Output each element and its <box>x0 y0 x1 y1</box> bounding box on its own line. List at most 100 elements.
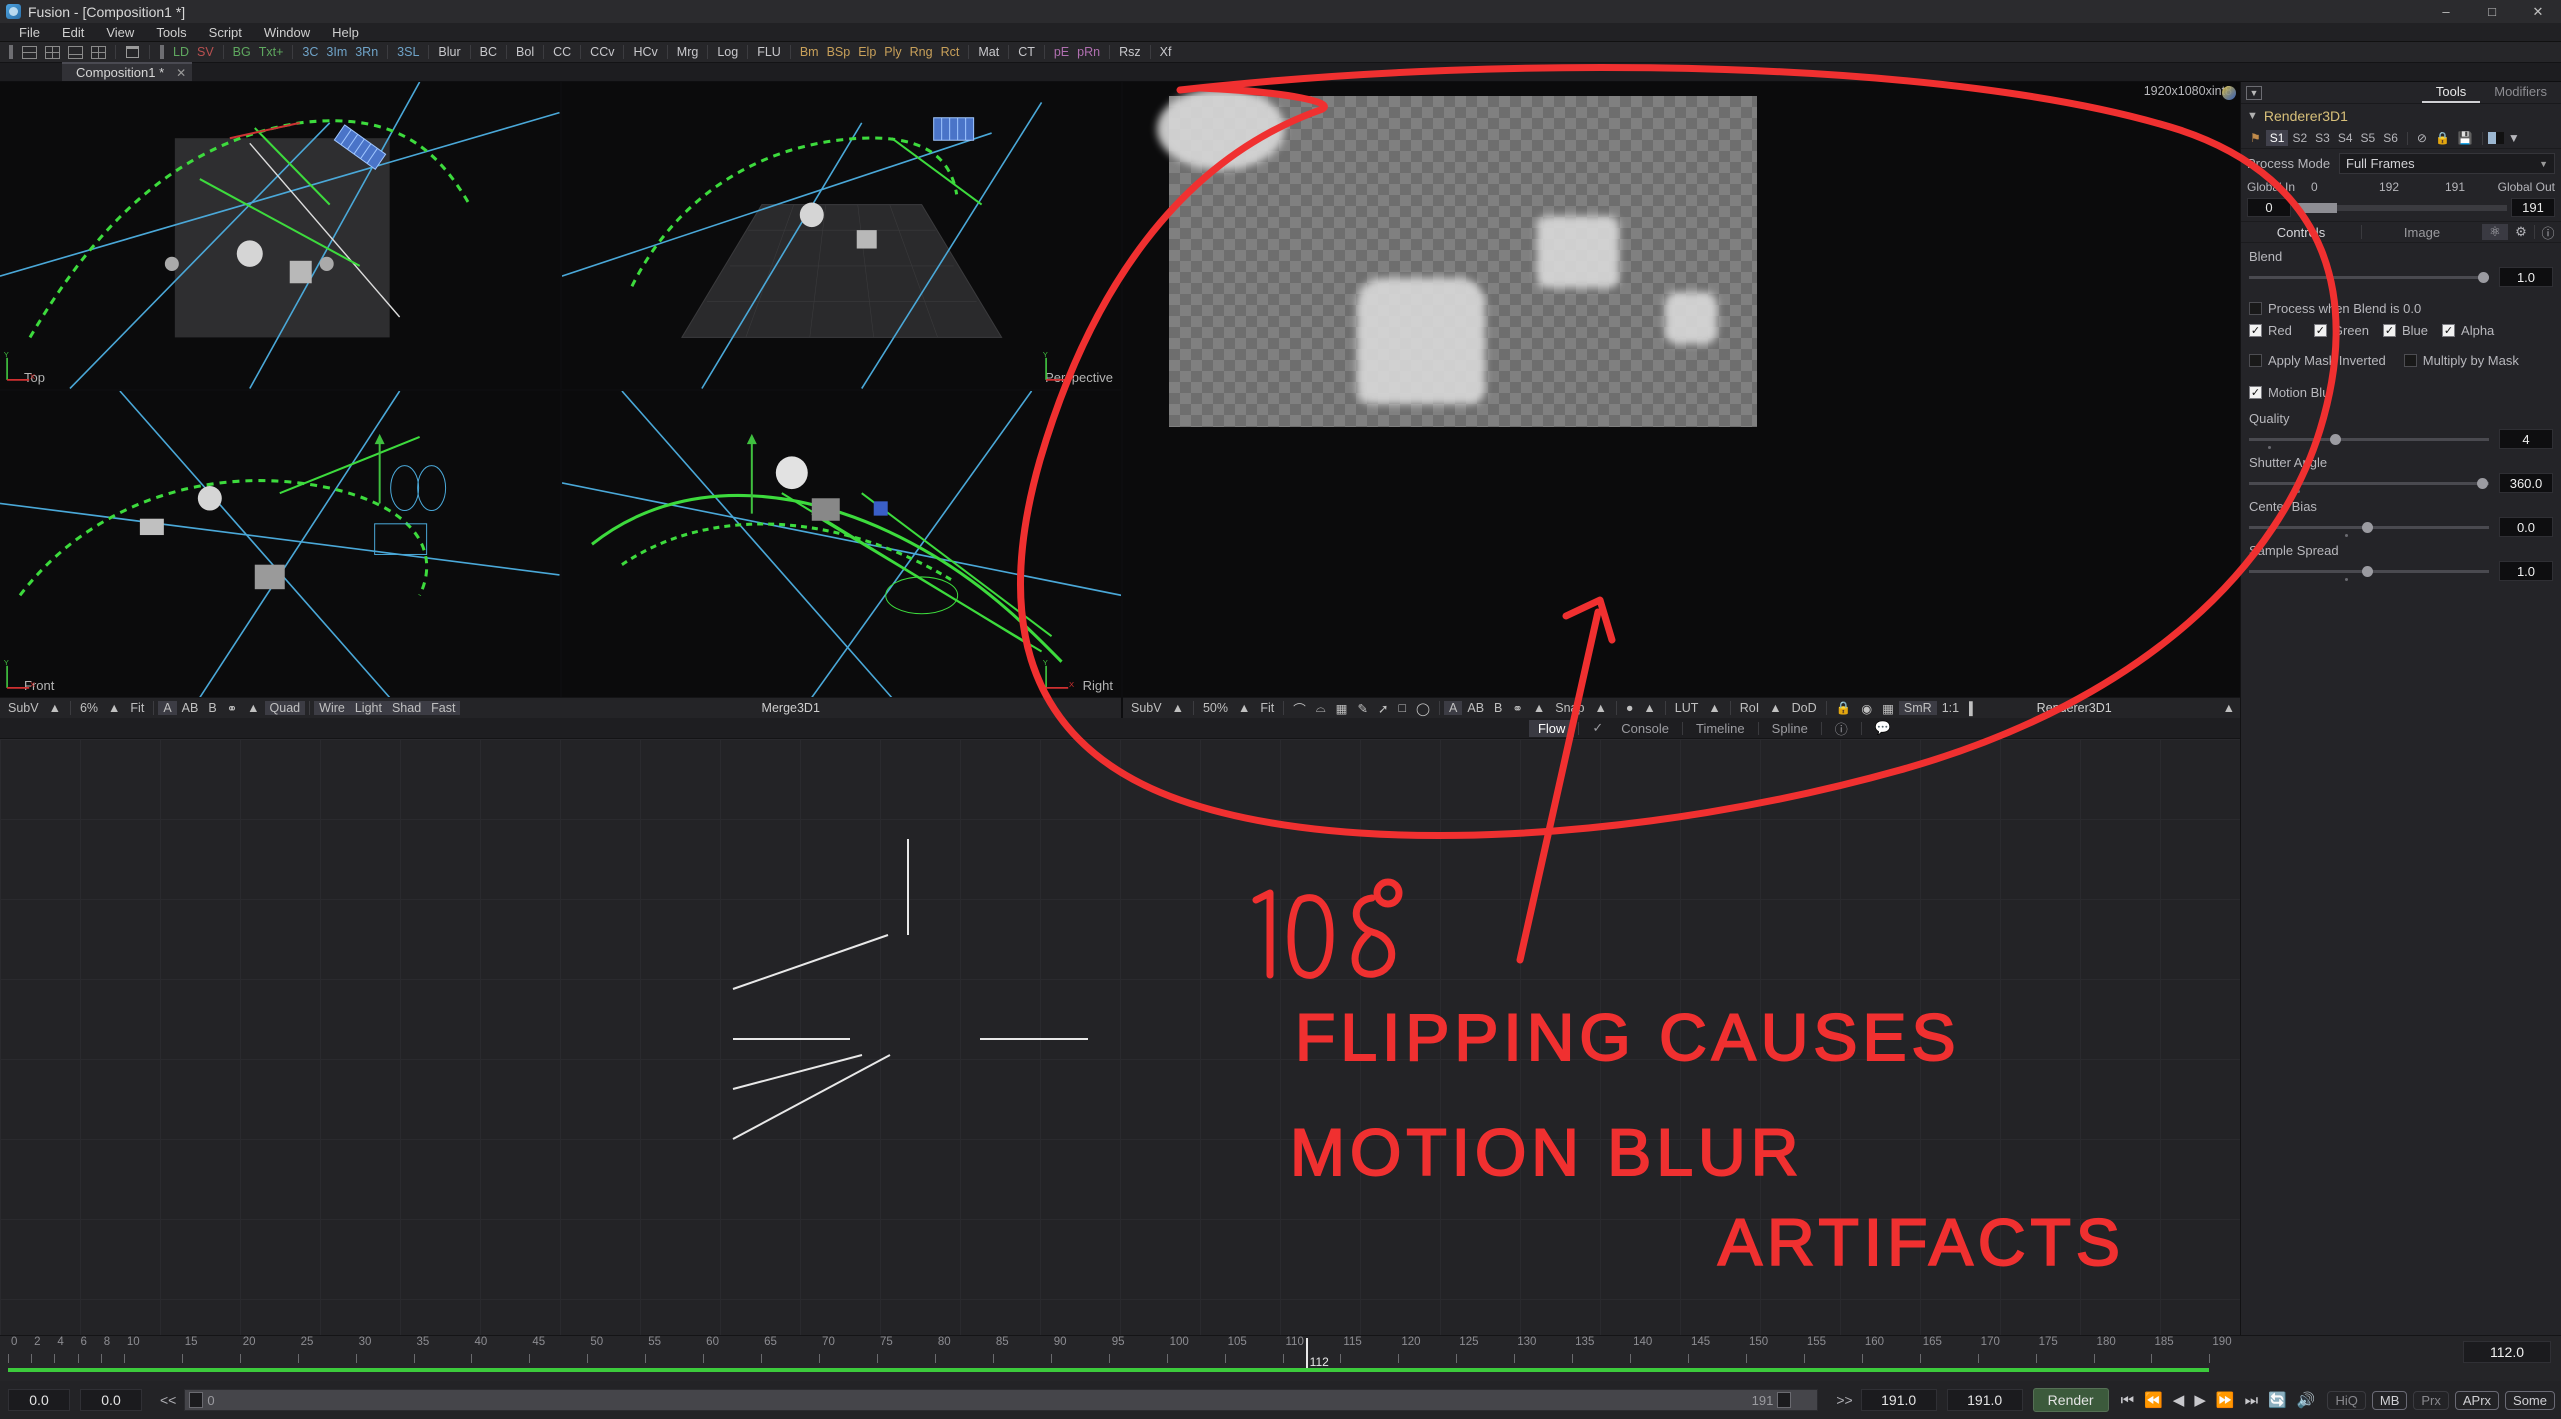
tab-image[interactable]: Image <box>2362 225 2482 240</box>
global-in-value[interactable]: 0 <box>2247 198 2291 217</box>
fast-reverse-icon[interactable]: ⏪ <box>2144 1391 2163 1409</box>
shad-button-left[interactable]: Shad <box>386 701 427 715</box>
stereo-icon-right[interactable]: ⚭ <box>1507 701 1527 716</box>
last-frame-icon[interactable]: ⏭ <box>2245 1392 2259 1409</box>
playhead[interactable] <box>1305 1338 1308 1368</box>
lut-button[interactable]: LUT <box>1670 701 1704 715</box>
global-out-value[interactable]: 191 <box>2511 198 2555 217</box>
tool-mat[interactable]: Mat <box>974 45 1003 59</box>
tool-bg[interactable]: BG <box>229 45 255 59</box>
menu-item-file[interactable]: File <box>8 23 51 42</box>
layout-single-icon[interactable] <box>22 45 37 59</box>
tab-console[interactable]: Console <box>1612 720 1678 737</box>
slider-track[interactable] <box>2249 521 2489 537</box>
color-swatch[interactable] <box>2487 132 2504 144</box>
zoom-caret-icon-right[interactable]: ▲ <box>1233 701 1255 715</box>
info-icon[interactable]: ⓘ <box>1826 718 1857 739</box>
time-right-value[interactable]: 0.0 <box>80 1389 142 1411</box>
buffer-b-button-left[interactable]: B <box>203 701 221 715</box>
apply-mask-inverted-checkbox[interactable] <box>2249 354 2262 367</box>
chevron-down-icon[interactable]: ▼ <box>2246 85 2262 100</box>
viewport-render[interactable]: 1920x1080xint8 <box>1123 82 2240 697</box>
roi-caret-icon[interactable]: ▲ <box>1764 701 1786 715</box>
close-button[interactable]: ✕ <box>2515 0 2561 23</box>
pin-icon[interactable]: ⚑ <box>2250 131 2261 145</box>
snap-caret-icon[interactable]: ▲ <box>1589 701 1611 715</box>
menu-item-view[interactable]: View <box>95 23 145 42</box>
tool-pe[interactable]: pE <box>1050 45 1073 59</box>
fast-forward-icon[interactable]: ⏩ <box>2216 1391 2235 1409</box>
checker-icon[interactable]: ▦ <box>1877 701 1899 716</box>
tool-rct[interactable]: Rct <box>937 45 964 59</box>
tool-sv[interactable]: SV <box>193 45 218 59</box>
pick-tool-icon[interactable]: ➚ <box>1373 701 1393 716</box>
layout-triple-icon[interactable] <box>45 45 60 59</box>
tab-modifiers[interactable]: Modifiers <box>2480 82 2561 103</box>
tool-ply[interactable]: Ply <box>880 45 905 59</box>
stereo-icon-left[interactable]: ⚭ <box>222 701 242 716</box>
maximize-button[interactable]: □ <box>2469 0 2515 23</box>
aspect-ratio-button[interactable]: 1:1 <box>1937 701 1964 715</box>
color-channels-icon[interactable]: ● <box>1621 701 1639 715</box>
play-reverse-icon[interactable]: ◀ <box>2173 1391 2185 1409</box>
buffer-ab-button-left[interactable]: AB <box>177 701 204 715</box>
slider-track[interactable] <box>2249 477 2489 493</box>
time-left-value[interactable]: 0.0 <box>8 1389 70 1411</box>
tool-ct[interactable]: CT <box>1014 45 1039 59</box>
subview-caret-icon-left[interactable]: ▲ <box>44 701 66 715</box>
tool-elp[interactable]: Elp <box>854 45 880 59</box>
buffer-a-button-right[interactable]: A <box>1444 701 1463 715</box>
buffer-ab-button-right[interactable]: AB <box>1462 701 1489 715</box>
tool-xf[interactable]: Xf <box>1156 45 1176 59</box>
tool-ld[interactable]: LD <box>169 45 193 59</box>
snap-button[interactable]: Snap <box>1550 701 1589 715</box>
curve-tool-icon[interactable]: ⌒ <box>1288 699 1311 718</box>
save-icon[interactable]: 💾 <box>2454 130 2477 146</box>
tool-bc[interactable]: BC <box>476 45 501 59</box>
stereo-caret-icon-right[interactable]: ▲ <box>1528 701 1550 715</box>
slider-value[interactable]: 0.0 <box>2499 517 2553 537</box>
slider-value[interactable]: 360.0 <box>2499 473 2553 493</box>
slider-value[interactable]: 4 <box>2499 429 2553 449</box>
quality-prx-button[interactable]: Prx <box>2413 1390 2449 1410</box>
range-out-handle[interactable] <box>1777 1392 1792 1408</box>
tool-3sl[interactable]: 3SL <box>393 45 423 59</box>
time-ruler[interactable]: 0 2 4 6 8 10 15 20 25 30 35 40 45 50 55 60 65 70 75 80 85 90 9… <box>0 1336 2232 1368</box>
process-when-blend-row[interactable]: Process when Blend is 0.0 <box>2241 287 2561 321</box>
buffer-a-button-left[interactable]: A <box>158 701 177 715</box>
state-s3[interactable]: S3 <box>2311 130 2334 146</box>
tool-3c[interactable]: 3C <box>298 45 322 59</box>
state-s2[interactable]: S2 <box>2288 130 2311 146</box>
stereo-caret-icon-left[interactable]: ▲ <box>242 701 264 715</box>
tool-3rn[interactable]: 3Rn <box>351 45 382 59</box>
tool-rsz[interactable]: Rsz <box>1115 45 1145 59</box>
light-button-left[interactable]: Light <box>349 701 387 715</box>
alpha-checkbox[interactable]: ✓ <box>2442 324 2456 337</box>
settings-globe-icon[interactable]: ⚛ <box>2482 224 2508 240</box>
rect-tool-icon[interactable]: □ <box>1393 701 1411 715</box>
slider-track[interactable] <box>2249 433 2489 449</box>
ellipse-tool-icon[interactable]: ◯ <box>1411 701 1435 716</box>
menu-item-help[interactable]: Help <box>321 23 370 42</box>
prev-chevron-icon[interactable]: << <box>160 1392 176 1408</box>
tab-controls[interactable]: Controls <box>2241 225 2361 240</box>
tool-mrg[interactable]: Mrg <box>673 45 703 59</box>
comment-icon[interactable]: 💬 <box>1866 719 1900 737</box>
fast-button-left[interactable]: Fast <box>426 701 461 715</box>
wire-button-left[interactable]: Wire <box>314 701 350 715</box>
tool-flu[interactable]: FLU <box>753 45 785 59</box>
info-icon[interactable]: ⓘ <box>2535 223 2561 242</box>
red-checkbox[interactable]: ✓ <box>2249 324 2262 337</box>
green-checkbox[interactable]: ✓ <box>2313 324 2327 337</box>
tool-prn[interactable]: pRn <box>1073 45 1104 59</box>
subview-caret-icon-right[interactable]: ▲ <box>1167 701 1189 715</box>
state-s1[interactable]: S1 <box>2265 130 2289 146</box>
tab-spline[interactable]: Spline <box>1763 720 1817 737</box>
tool-cc[interactable]: CC <box>549 45 575 59</box>
blend-value[interactable]: 1.0 <box>2499 267 2553 287</box>
tool-blur[interactable]: Blur <box>434 45 464 59</box>
quad-button-left[interactable]: Quad <box>264 701 306 715</box>
audio-icon[interactable]: 🔊 <box>2297 1391 2316 1409</box>
motion-blur-row[interactable]: ✓ Motion Blur <box>2241 373 2561 405</box>
tool-txtplus[interactable]: Txt+ <box>255 45 288 59</box>
